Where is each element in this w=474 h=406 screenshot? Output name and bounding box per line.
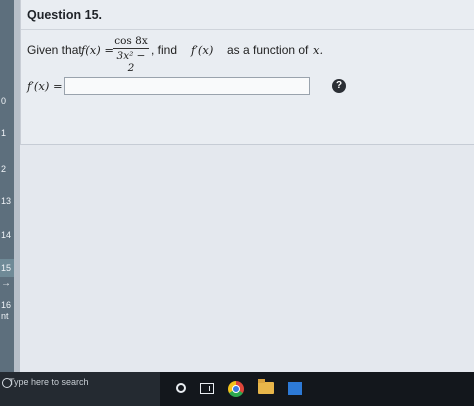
chrome-icon[interactable]	[228, 381, 244, 397]
question-nav-item[interactable]: 2	[0, 160, 14, 178]
task-view-icon[interactable]	[200, 383, 214, 394]
answer-row: f′(x) = ?	[27, 77, 467, 99]
variable-symbol: x.	[313, 43, 324, 57]
question-nav-item[interactable]: 13	[0, 192, 14, 210]
function-name: f(x) =	[81, 43, 115, 57]
question-title: Question 15.	[27, 8, 103, 22]
prompt-tail-text: as a function of	[227, 43, 309, 57]
question-nav-item[interactable]: 0	[0, 92, 14, 110]
content-area	[20, 145, 474, 372]
fraction-numerator: cos 8x	[114, 35, 148, 47]
store-icon[interactable]	[288, 382, 302, 395]
question-nav-item[interactable]: nt	[0, 307, 14, 325]
derivative-symbol: f′(x)	[191, 43, 214, 57]
question-header: Question 15.	[21, 0, 474, 30]
question-panel: Question 15. Given that f(x) = cos 8x 3x…	[20, 0, 474, 145]
question-nav-sidebar: 0 1 2 13 14 15 → 16 nt	[0, 0, 14, 372]
question-nav-item[interactable]: 14	[0, 226, 14, 244]
file-explorer-icon[interactable]	[258, 379, 274, 394]
taskbar: Type here to search	[0, 372, 474, 406]
prompt-find-text: , find	[151, 43, 178, 57]
fraction-bar	[113, 48, 149, 49]
answer-input[interactable]	[64, 77, 310, 95]
prompt-given-text: Given that	[27, 43, 82, 57]
question-prompt: Given that f(x) = cos 8x 3x² − 2 , find …	[27, 35, 467, 74]
help-icon[interactable]: ?	[332, 79, 346, 93]
question-nav-item[interactable]: 1	[0, 124, 14, 142]
taskbar-search-box[interactable]: Type here to search	[0, 372, 160, 406]
current-question-arrow-icon: →	[1, 278, 11, 289]
fraction: cos 8x 3x² − 2	[113, 35, 149, 74]
cortana-icon[interactable]	[176, 383, 186, 393]
fraction-denominator: 3x² − 2	[116, 50, 146, 74]
answer-label: f′(x) =	[27, 79, 63, 93]
search-placeholder: Type here to search	[9, 377, 89, 387]
